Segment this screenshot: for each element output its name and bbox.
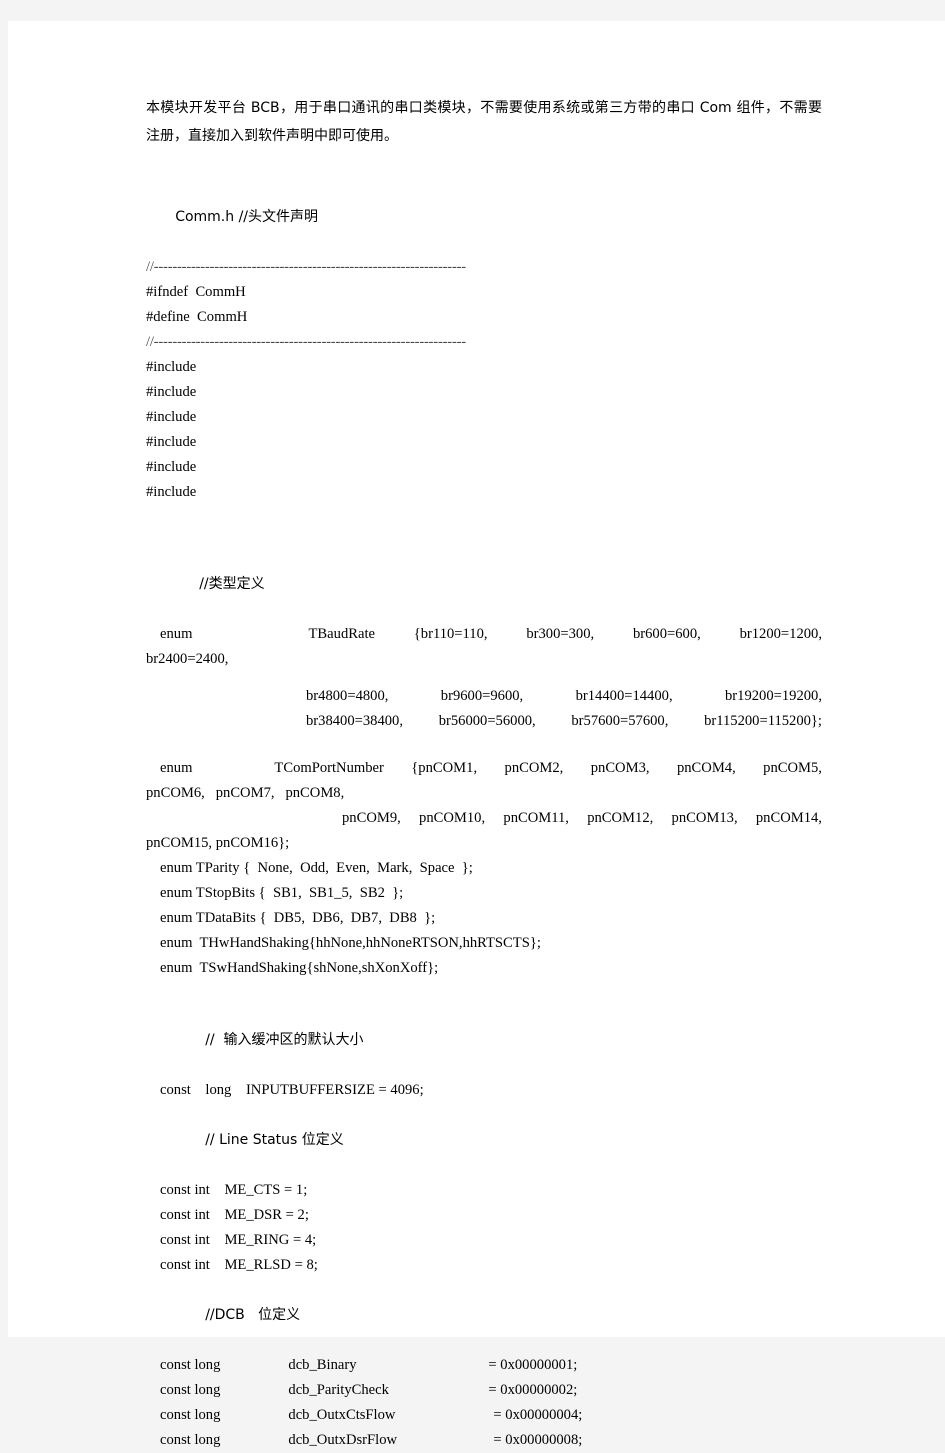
dcb-comment: //DCB 位定义: [205, 1307, 301, 1323]
include-line: #include: [146, 359, 197, 375]
baudrate-item: br14400=14400,: [575, 688, 673, 704]
dcb-decl: const long: [160, 1432, 221, 1448]
document-page: 本模块开发平台 BCB，用于串口通讯的串口类模块，不需要使用系统或第三方带的串口…: [8, 21, 945, 1448]
enum-tswhandshaking: enum TSwHandShaking{shNone,shXonXoff};: [160, 960, 439, 976]
dcb-name: dcb_Binary: [288, 1357, 357, 1373]
dcb-decl: const long: [160, 1382, 221, 1398]
include-line: #include: [146, 384, 197, 400]
baudrate-decl: enum TBaudRate: [160, 626, 375, 642]
comport-item: pnCOM11,: [503, 810, 569, 826]
include-line: #include: [146, 434, 197, 450]
baudrate-item: br1200=1200,: [739, 626, 822, 642]
dcb-value: = 0x00000002;: [488, 1382, 578, 1398]
baudrate-item: br9600=9600,: [440, 688, 524, 704]
include-line: #include: [146, 459, 197, 475]
ifndef-line: #ifndef CommH: [146, 284, 246, 300]
dcb-const-row: const long dcb_ParityCheck = 0x00000002;: [146, 1378, 822, 1403]
file-heading: Comm.h //头文件声明: [175, 209, 319, 225]
baudrate-item: br4800=4800,: [306, 688, 389, 704]
document-content: 本模块开发平台 BCB，用于串口通讯的串口类模块，不需要使用系统或第三方带的串口…: [146, 94, 822, 1453]
baudrate-enum-row-3: br38400=38400, br56000=56000, br57600=57…: [146, 709, 822, 734]
const-me-ring: const int ME_RING = 4;: [160, 1232, 317, 1248]
comport-enum-row-1-cont: pnCOM6, pnCOM7, pnCOM8,: [146, 785, 345, 801]
comport-item: pnCOM3,: [590, 760, 650, 776]
enum-tstopbits: enum TStopBits { SB1, SB1_5, SB2 };: [160, 885, 404, 901]
dcb-name: dcb_OutxDsrFlow: [288, 1432, 398, 1448]
dcb-name: dcb_OutxCtsFlow: [288, 1407, 396, 1423]
comport-item: pnCOM10,: [419, 810, 486, 826]
comport-item: pnCOM13,: [671, 810, 738, 826]
separator-rule-bottom: //--------------------------------------…: [146, 334, 466, 350]
dcb-const-row: const long dcb_Binary = 0x00000001;: [146, 1353, 822, 1378]
dcb-const-row: const long dcb_OutxDsrFlow = 0x00000008;: [146, 1428, 822, 1453]
baudrate-item: {br110=110,: [413, 626, 488, 642]
input-buffer-const: const long INPUTBUFFERSIZE = 4096;: [160, 1082, 424, 1098]
intro-paragraph: 本模块开发平台 BCB，用于串口通讯的串口类模块，不需要使用系统或第三方带的串口…: [146, 100, 822, 144]
line-status-comment: // Line Status 位定义: [205, 1132, 344, 1148]
dcb-decl: const long: [160, 1357, 221, 1373]
comport-enum-row-1: enum TComPortNumber {pnCOM1, pnCOM2, pnC…: [146, 756, 822, 781]
baudrate-item: br56000=56000,: [438, 713, 536, 729]
dcb-value: = 0x00000008;: [493, 1432, 583, 1448]
comport-item: pnCOM9,: [342, 810, 401, 826]
baudrate-item: br19200=19200,: [724, 688, 822, 704]
separator-rule-top: //--------------------------------------…: [146, 259, 466, 275]
comport-item: pnCOM4,: [676, 760, 736, 776]
dcb-decl: const long: [160, 1407, 221, 1423]
enum-tdatabits: enum TDataBits { DB5, DB6, DB7, DB8 };: [160, 910, 436, 926]
baudrate-enum-row-1: enum TBaudRate {br110=110, br300=300, br…: [146, 622, 822, 647]
dcb-const-row: const long dcb_OutxCtsFlow = 0x00000004;: [146, 1403, 822, 1428]
comport-item: pnCOM5,: [763, 760, 822, 776]
baudrate-item: br300=300,: [526, 626, 595, 642]
dcb-value: = 0x00000004;: [493, 1407, 583, 1423]
baudrate-enum-row-1-cont: br2400=2400,: [146, 651, 229, 667]
define-line: #define CommH: [146, 309, 248, 325]
dcb-name: dcb_ParityCheck: [288, 1382, 389, 1398]
baudrate-enum-row-2: br4800=4800, br9600=9600, br14400=14400,…: [146, 684, 822, 709]
comport-item: pnCOM14,: [755, 810, 822, 826]
baudrate-item: br600=600,: [632, 626, 701, 642]
const-me-rlsd: const int ME_RLSD = 8;: [160, 1257, 318, 1273]
const-me-dsr: const int ME_DSR = 2;: [160, 1207, 309, 1223]
comport-item: pnCOM12,: [587, 810, 654, 826]
include-line: #include: [146, 484, 197, 500]
dcb-value: = 0x00000001;: [488, 1357, 578, 1373]
comport-enum-row-2-cont: pnCOM15, pnCOM16};: [146, 835, 290, 851]
input-buffer-comment: // 输入缓冲区的默认大小: [205, 1032, 364, 1048]
type-def-comment: //类型定义: [199, 576, 265, 592]
baudrate-item: br115200=115200};: [704, 713, 822, 729]
const-me-cts: const int ME_CTS = 1;: [160, 1182, 308, 1198]
viewer-canvas: 本模块开发平台 BCB，用于串口通讯的串口类模块，不需要使用系统或第三方带的串口…: [0, 0, 945, 1448]
baudrate-item: br57600=57600,: [571, 713, 669, 729]
enum-thwhandshaking: enum THwHandShaking{hhNone,hhNoneRTSON,h…: [160, 935, 541, 951]
enum-tparity: enum TParity { None, Odd, Even, Mark, Sp…: [160, 860, 473, 876]
comport-item: {pnCOM1,: [411, 760, 478, 776]
comport-item: pnCOM2,: [504, 760, 564, 776]
comport-decl: enum TComPortNumber: [160, 760, 384, 776]
baudrate-item: br38400=38400,: [306, 713, 404, 729]
comport-enum-row-2: pnCOM9, pnCOM10, pnCOM11, pnCOM12, pnCOM…: [146, 806, 822, 831]
include-line: #include: [146, 409, 197, 425]
